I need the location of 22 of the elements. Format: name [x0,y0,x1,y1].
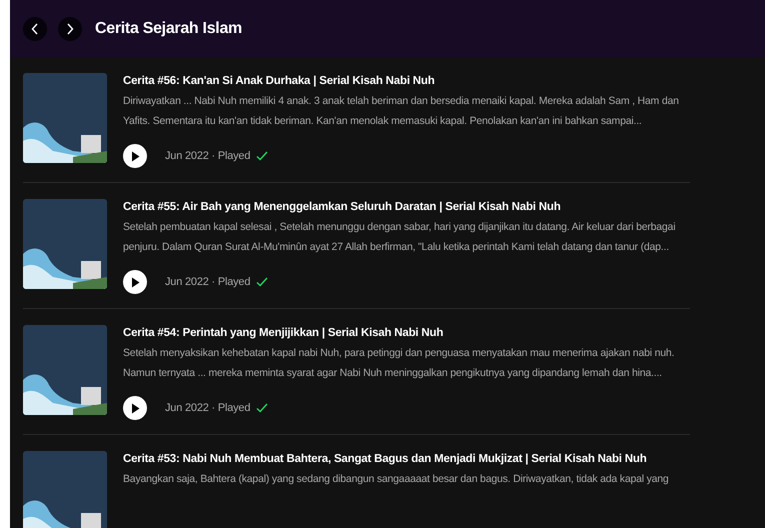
forward-button[interactable] [58,16,82,40]
episode-description: Setelah menyaksikan kehebatan kapal nabi Nuh, para petinggi dan penguasa menyatakan mau menerima ajakan nabi nuh. Namun ternyata ... mereka meminta syarat agar Nabi Nuh meninggalkan pengikutnya yang dipandang lemah dan hina.... [123,346,674,381]
play-icon [130,402,140,414]
play-icon [130,276,140,288]
episode-title[interactable]: Cerita #55: Air Bah yang Menenggelamkan Seluruh Daratan | Serial Kisah Nabi Nuh [123,199,676,215]
episode-title[interactable]: Cerita #56: Kan'an Si Anak Durhaka | Serial Kisah Nabi Nuh [123,73,679,89]
play-button[interactable] [123,144,147,168]
episode-title[interactable]: Cerita #53: Nabi Nuh Membuat Bahtera, Sangat Bagus dan Menjadi Mukjizat | Serial Kisah Nabi Nuh [123,451,669,467]
episode-meta: Jun 2022 · Played [165,148,250,164]
play-button[interactable] [123,270,147,294]
page-title: Cerita Sejarah Islam [95,18,242,38]
play-icon [130,150,140,162]
back-button[interactable] [23,16,47,40]
episode-meta: Jun 2022 · Played [165,400,250,416]
episode-description: Diriwayatkan ... Nabi Nuh memiliki 4 anak. 3 anak telah beriman dan bersedia menaiki kapal. Mereka adalah Sam , Ham dan Yafits. Sementara itu kan'an tidak beriman. Kan'an menolak memasuki kapal. Penolakan kan'an ini bahkan sampai... [123,94,679,129]
play-button[interactable] [123,396,147,420]
episode-meta: Jun 2022 · Played [165,274,250,290]
chevron-left-icon [31,22,39,34]
chevron-right-icon [66,22,74,34]
episode-description: Bayangkan saja, Bahtera (kapal) yang sedang dibangun sangaaaaat besar dan bagus. Diriwayatkan, tidak ada kapal yang [123,472,669,487]
episode-title[interactable]: Cerita #54: Perintah yang Menjijikkan | Serial Kisah Nabi Nuh [123,325,674,341]
episode-description: Setelah pembuatan kapal selesai , Setelah menunggu dengan sabar, hari yang dijanjikan itu datang. Air keluar dari berbagai penjuru. Dalam Quran Surat Al-Mu'minûn ayat 27 Allah berfirman, "Lalu ketika perintah Kami telah datang dan tanur (dap... [123,220,676,255]
